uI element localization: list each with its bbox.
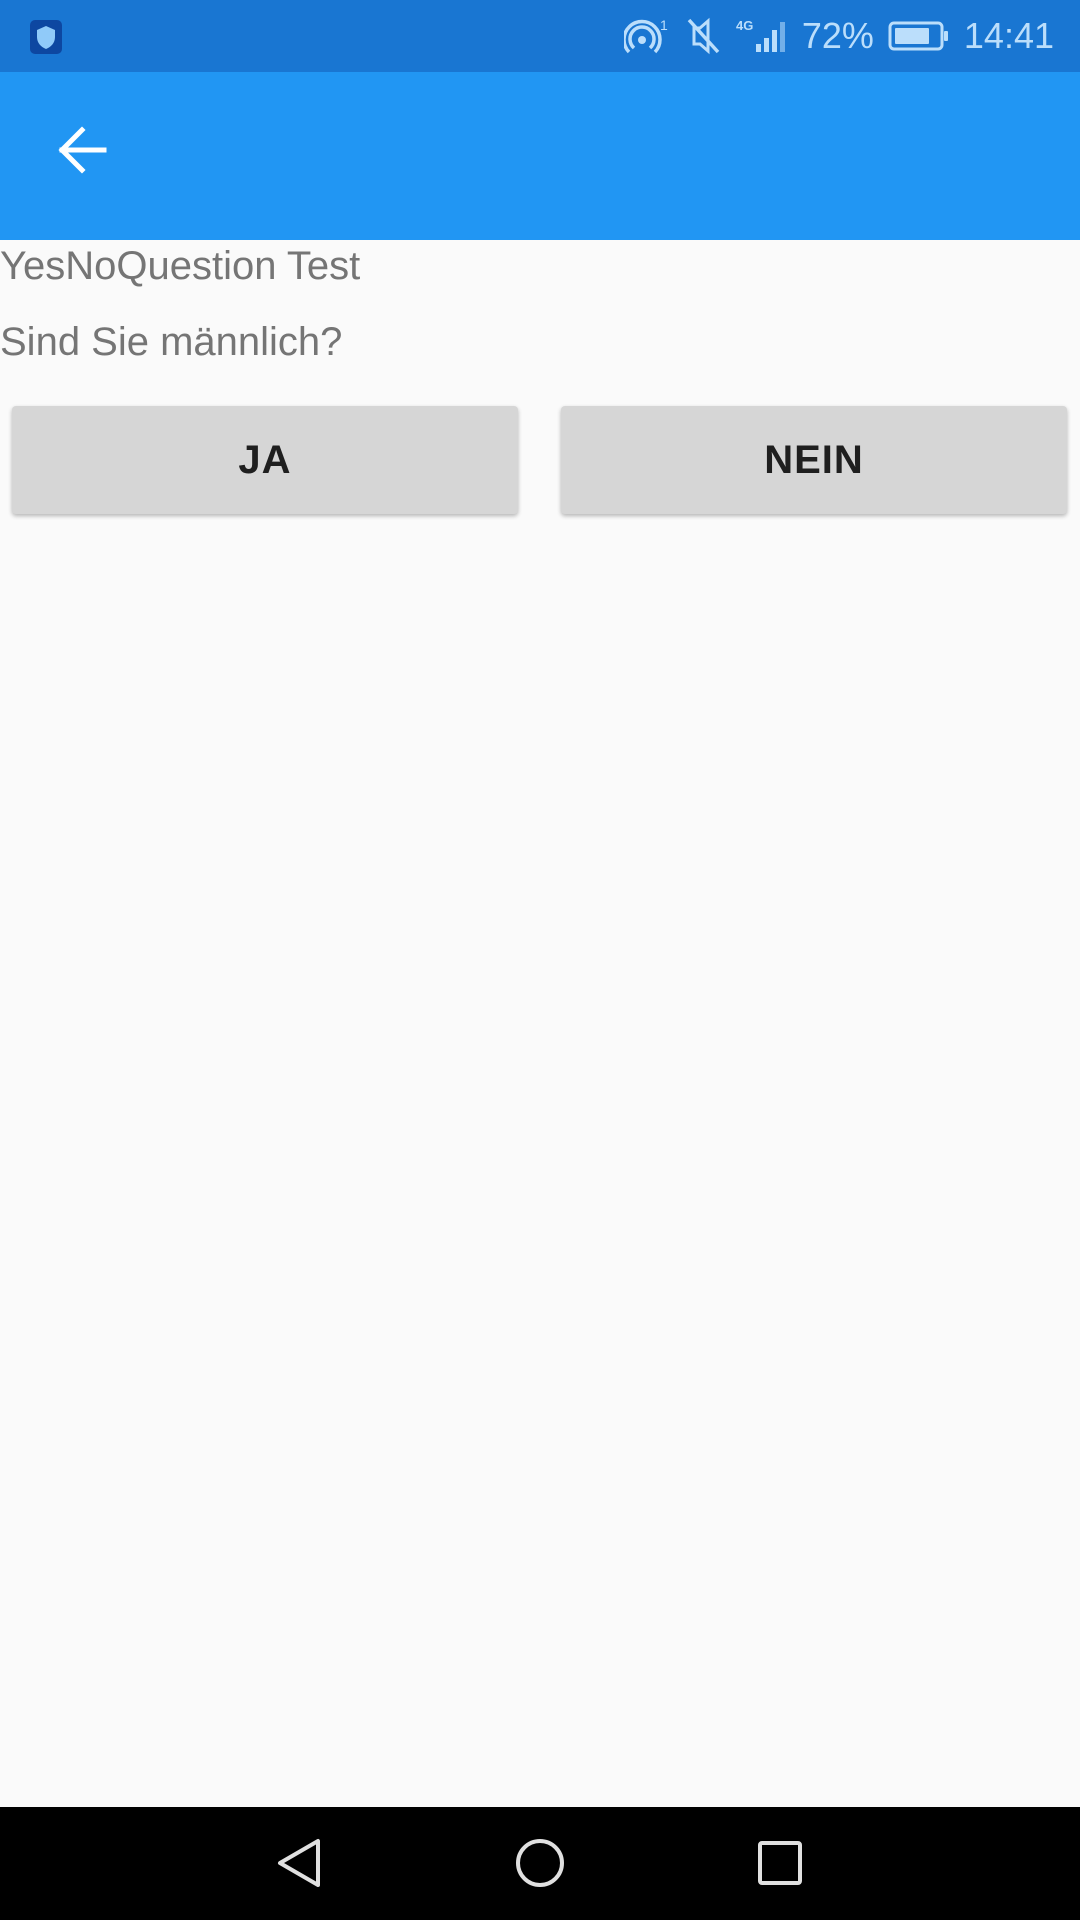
nav-back-button[interactable] xyxy=(260,1825,340,1905)
nav-recents-button[interactable] xyxy=(740,1825,820,1905)
yes-button[interactable]: JA xyxy=(12,406,518,514)
clock: 14:41 xyxy=(963,15,1054,56)
shield-icon xyxy=(30,20,62,58)
no-button[interactable]: NEIN xyxy=(561,406,1067,514)
navigation-bar xyxy=(0,1807,1080,1920)
arrow-left-icon xyxy=(54,122,110,183)
back-button[interactable] xyxy=(40,110,124,194)
mute-icon xyxy=(686,16,722,56)
status-bar: 1 4G 72% 14:41 xyxy=(0,0,1080,72)
nav-home-icon xyxy=(512,1835,568,1896)
status-right: 1 4G 72% 14:41 xyxy=(623,0,1054,72)
battery-icon xyxy=(888,20,950,52)
question-text: Sind Sie männlich? xyxy=(0,320,343,364)
page-title: YesNoQuestion Test xyxy=(0,244,361,288)
signal-icon: 4G xyxy=(736,16,788,56)
nav-recents-icon xyxy=(752,1835,808,1896)
app-bar xyxy=(0,72,1080,240)
nav-home-button[interactable] xyxy=(500,1825,580,1905)
svg-text:1: 1 xyxy=(660,17,668,33)
svg-text:4G: 4G xyxy=(736,18,753,33)
screen: 1 4G 72% 14:41 YesNoQuestion Test Sind S… xyxy=(0,0,1080,1920)
hotspot-icon: 1 xyxy=(623,16,672,56)
nav-back-icon xyxy=(272,1835,328,1896)
battery-percentage: 72% xyxy=(801,15,874,56)
status-left xyxy=(30,20,62,59)
